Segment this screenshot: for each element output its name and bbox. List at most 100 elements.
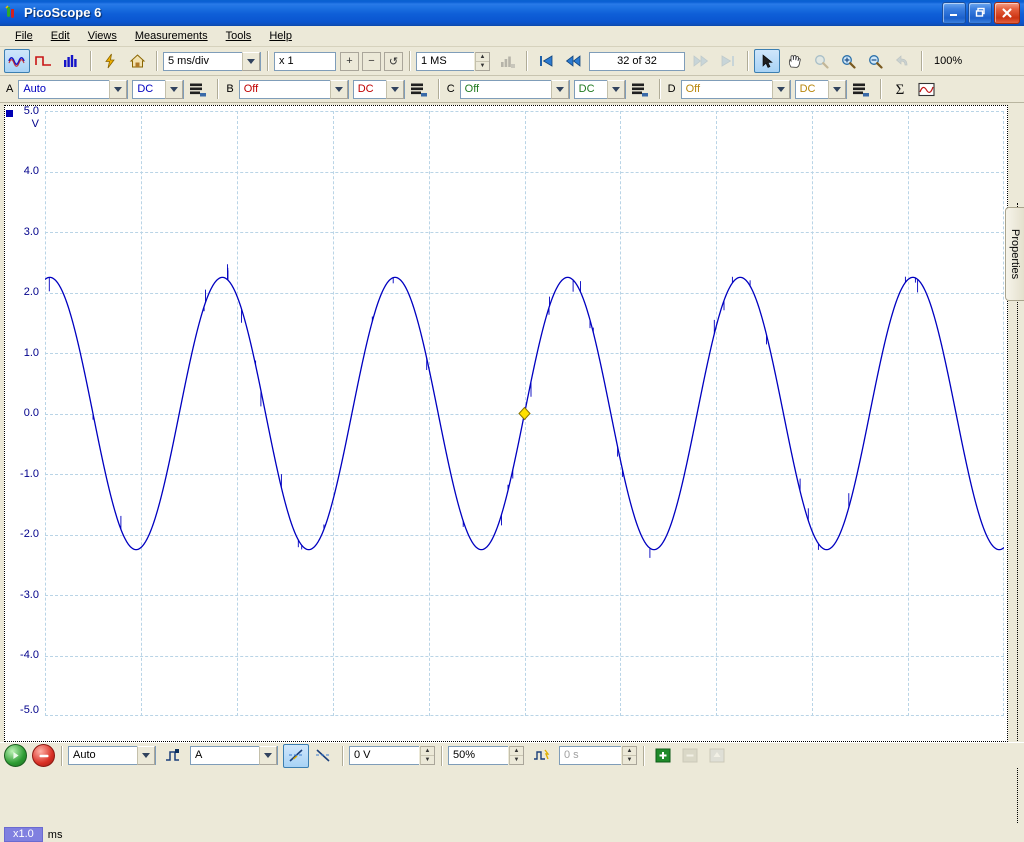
- channel-a-range-select[interactable]: Auto: [18, 79, 129, 99]
- remove-measurement-icon[interactable]: [677, 744, 703, 768]
- last-buffer-icon[interactable]: [715, 49, 741, 73]
- run-capture-icon[interactable]: [4, 744, 27, 767]
- samples-value: 1 MS: [421, 54, 447, 67]
- zoom-out-button[interactable]: −: [362, 51, 381, 71]
- falling-edge-icon[interactable]: [310, 744, 336, 768]
- chevron-down-icon[interactable]: [109, 79, 128, 99]
- magnifier-minus-icon[interactable]: [862, 49, 888, 73]
- menu-views[interactable]: Views: [79, 28, 126, 44]
- previous-buffer-icon[interactable]: [560, 49, 586, 73]
- zoom-reset-button[interactable]: ↺: [384, 51, 403, 71]
- chevron-down-icon[interactable]: [137, 746, 155, 765]
- chevron-down-icon[interactable]: [827, 79, 846, 99]
- samples-stepper[interactable]: ▲ ▼: [475, 51, 490, 71]
- samples-stepper-up[interactable]: ▲: [476, 53, 489, 62]
- window-title: PicoScope 6: [24, 5, 102, 20]
- timebase-value: 5 ms/div: [168, 54, 209, 67]
- sine-wave-icon[interactable]: [4, 49, 30, 73]
- pretrigger-stepper[interactable]: ▲ ▼: [509, 746, 524, 765]
- toolbar-separator: [90, 51, 91, 71]
- trigger-level-stepper[interactable]: ▲ ▼: [420, 746, 435, 765]
- trigger-level-stepper-down[interactable]: ▼: [421, 756, 434, 764]
- first-buffer-icon[interactable]: [533, 49, 559, 73]
- trigger-edge-icon[interactable]: [160, 744, 186, 768]
- channel-c-range-select[interactable]: Off: [459, 79, 570, 99]
- toolbar-separator: [526, 51, 527, 71]
- advanced-trigger-icon[interactable]: [529, 744, 555, 768]
- bar-chart-icon[interactable]: [58, 49, 84, 73]
- time-scale-chip[interactable]: x1.0: [4, 827, 43, 842]
- buffer-index-field[interactable]: 32 of 32: [589, 51, 685, 71]
- rising-edge-icon[interactable]: [283, 743, 309, 768]
- stop-capture-icon[interactable]: [32, 744, 55, 767]
- trigger-mode-select[interactable]: Auto: [68, 746, 156, 765]
- properties-tab[interactable]: Properties: [1005, 207, 1024, 301]
- add-measurement-icon[interactable]: [650, 744, 676, 768]
- channel-d-range-select[interactable]: Off: [680, 79, 791, 99]
- channel-d-coupling-select[interactable]: DC: [794, 79, 847, 99]
- pretrigger-stepper-up[interactable]: ▲: [510, 747, 523, 756]
- hand-pan-icon[interactable]: [781, 49, 807, 73]
- minimize-button[interactable]: [942, 1, 966, 24]
- square-pulse-icon[interactable]: [31, 49, 57, 73]
- trigger-level-field[interactable]: 0 V: [349, 746, 419, 765]
- post-trigger-delay-stepper-up[interactable]: ▲: [623, 747, 636, 756]
- chevron-down-icon[interactable]: [385, 79, 404, 99]
- trigger-source-select[interactable]: A: [190, 746, 278, 765]
- trigger-level-stepper-up[interactable]: ▲: [421, 747, 434, 756]
- chevron-down-icon[interactable]: [329, 79, 348, 99]
- samples-field[interactable]: 1 MS: [416, 51, 474, 71]
- chevron-down-icon[interactable]: [259, 746, 277, 765]
- y-tick-m5: -5.0: [20, 704, 39, 716]
- window-buttons: [942, 1, 1020, 24]
- post-trigger-delay-stepper[interactable]: ▲ ▼: [622, 746, 637, 765]
- undo-zoom-icon[interactable]: [889, 49, 915, 73]
- channel-b-range-select[interactable]: Off: [238, 79, 349, 99]
- next-buffer-icon[interactable]: [688, 49, 714, 73]
- lightning-bolt-icon[interactable]: [97, 49, 123, 73]
- sigma-math-channel-icon[interactable]: Σ: [887, 77, 913, 101]
- chevron-down-icon[interactable]: [165, 79, 184, 99]
- channel-a-options-icon[interactable]: [185, 77, 211, 101]
- trigger-point-marker[interactable]: [517, 406, 532, 421]
- post-trigger-delay-stepper-down[interactable]: ▼: [623, 756, 636, 764]
- zoom-in-button[interactable]: +: [340, 51, 359, 71]
- channel-d-options-icon[interactable]: [848, 77, 874, 101]
- pretrigger-value: 50%: [453, 749, 476, 761]
- plot-area[interactable]: [45, 111, 1004, 716]
- menu-edit[interactable]: Edit: [42, 28, 79, 44]
- y-tick-m1: -1.0: [20, 468, 39, 480]
- y-tick-2: 2.0: [23, 286, 39, 298]
- pretrigger-field[interactable]: 50%: [448, 746, 508, 765]
- post-trigger-delay-field[interactable]: 0 s: [559, 746, 621, 765]
- menu-help[interactable]: Help: [260, 28, 301, 44]
- zoom-factor-field[interactable]: x 1: [274, 51, 336, 71]
- time-scale-indicator[interactable]: x1.0 ms: [4, 827, 62, 842]
- chevron-down-icon[interactable]: [242, 51, 260, 71]
- channel-a-coupling-select[interactable]: DC: [132, 79, 185, 99]
- restore-button[interactable]: [968, 1, 992, 24]
- measurement-panel-icon[interactable]: [704, 744, 730, 768]
- menu-measurements[interactable]: Measurements: [126, 28, 217, 44]
- channel-c-coupling-select[interactable]: DC: [573, 79, 626, 99]
- chevron-down-icon[interactable]: [771, 79, 790, 99]
- home-icon[interactable]: [124, 49, 150, 73]
- channel-c-coupling-value: DC: [578, 82, 595, 95]
- reference-waveform-icon[interactable]: [914, 77, 940, 101]
- channel-c-options-icon[interactable]: [627, 77, 653, 101]
- channel-b-options-icon[interactable]: [406, 77, 432, 101]
- zoom-window-icon[interactable]: [808, 49, 834, 73]
- samples-stepper-down[interactable]: ▼: [476, 62, 489, 70]
- chevron-down-icon[interactable]: [550, 79, 569, 99]
- timebase-select[interactable]: 5 ms/div: [163, 51, 261, 71]
- chevron-down-icon[interactable]: [606, 79, 625, 99]
- close-button[interactable]: [994, 1, 1020, 24]
- menu-file[interactable]: File: [6, 28, 42, 44]
- magnifier-plus-icon[interactable]: [835, 49, 861, 73]
- pretrigger-stepper-down[interactable]: ▼: [510, 756, 523, 764]
- menu-tools[interactable]: Tools: [217, 28, 261, 44]
- channel-b-coupling-select[interactable]: DC: [352, 79, 405, 99]
- zoom-in-label: +: [346, 55, 353, 67]
- arrow-pointer-icon[interactable]: [754, 49, 780, 73]
- capture-chart-icon[interactable]: [494, 49, 520, 73]
